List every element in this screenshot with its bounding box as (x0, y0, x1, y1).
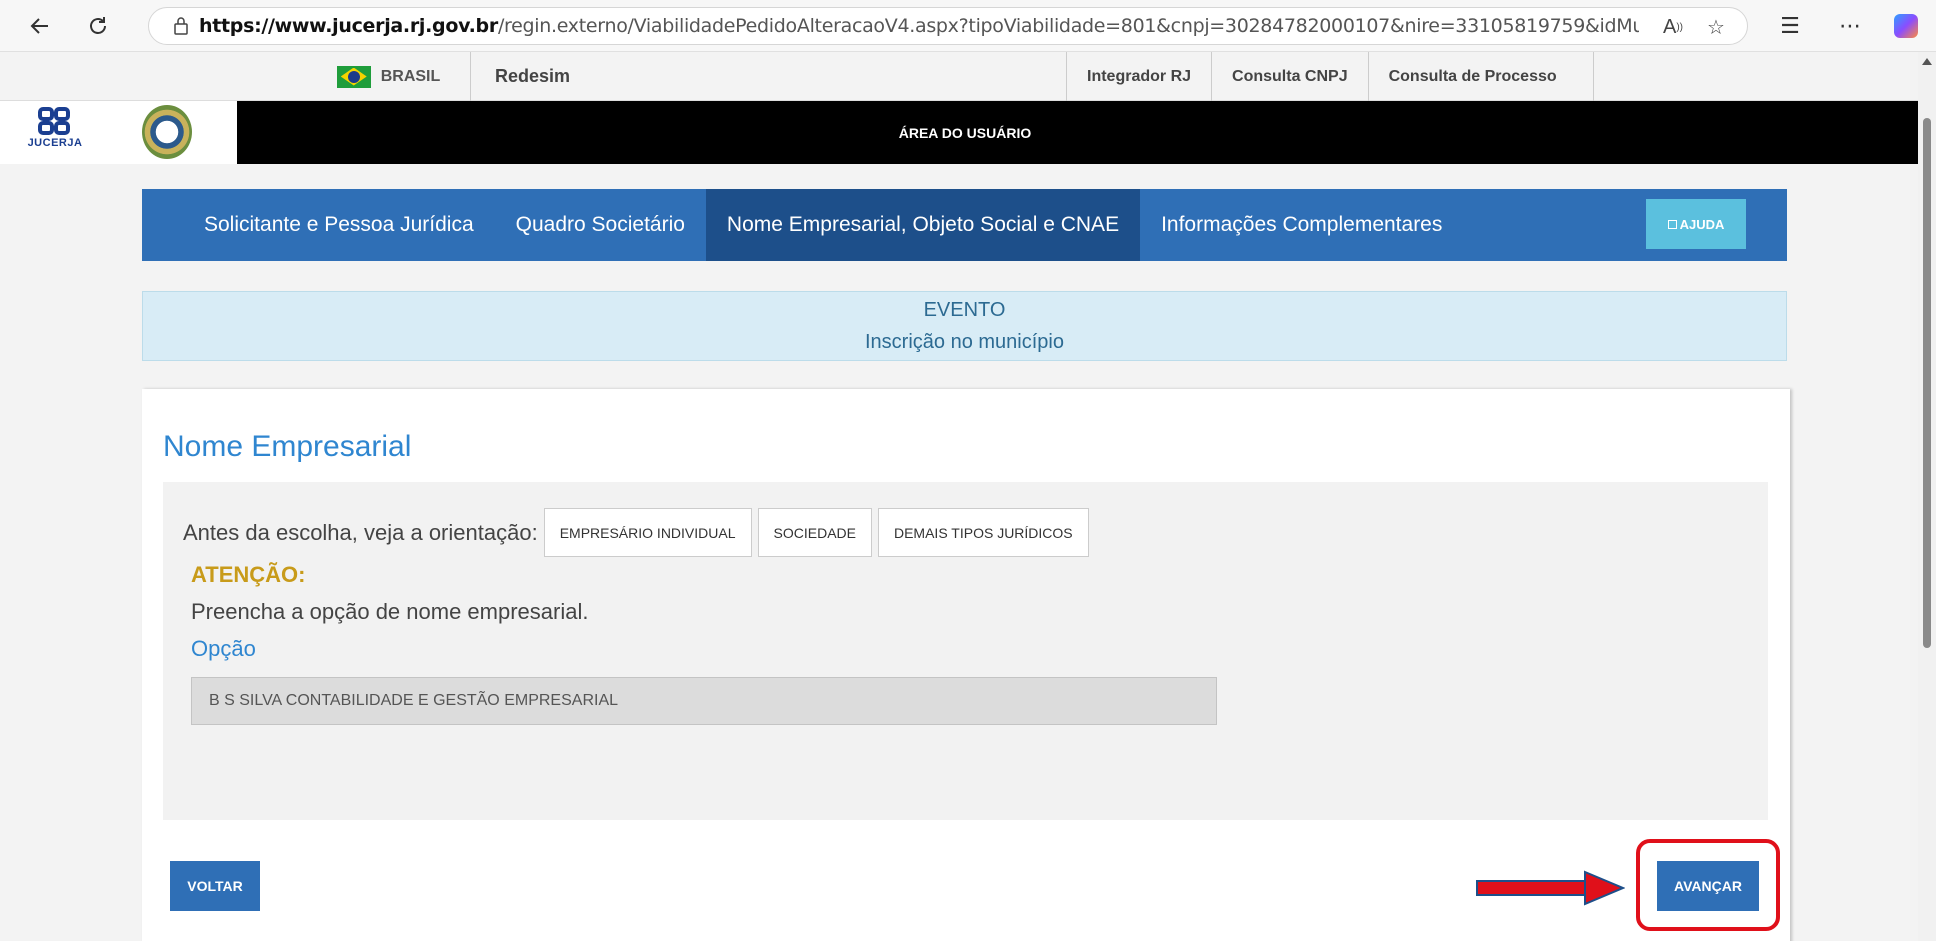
tab-quadro-societario[interactable]: Quadro Societário (495, 189, 706, 261)
empresario-individual-button[interactable]: EMPRESÁRIO INDIVIDUAL (543, 508, 752, 557)
voltar-button[interactable]: VOLTAR (170, 861, 260, 911)
evento-title: EVENTO (923, 299, 1006, 321)
name-option-panel: Antes da escolha, veja a orientação: EMP… (163, 482, 1768, 820)
orientation-label: Antes da escolha, veja a orientação: (183, 519, 538, 545)
arrow-annotation-icon (1476, 870, 1625, 906)
favorites-list-icon[interactable]: ☰ (1772, 8, 1808, 44)
help-button[interactable]: AJUDA (1646, 199, 1746, 249)
favorite-star-icon[interactable]: ☆ (1702, 15, 1730, 39)
area-title: ÁREA DO USUÁRIO (898, 124, 1032, 141)
read-aloud-icon[interactable]: A)) (1659, 15, 1687, 39)
option-input[interactable]: B S SILVA CONTABILIDADE E GESTÃO EMPRESA… (191, 677, 1217, 725)
evento-value: Inscrição no município (865, 331, 1064, 353)
page-viewport: BRASIL Redesim Integrador RJ Consulta CN… (0, 52, 1918, 941)
nome-empresarial-card: Nome Empresarial Antes da escolha, veja … (142, 389, 1790, 941)
page-scrollbar[interactable] (1918, 52, 1936, 941)
refresh-icon[interactable] (80, 8, 116, 44)
sociedade-button[interactable]: SOCIEDADE (757, 508, 872, 557)
tab-solicitante[interactable]: Solicitante e Pessoa Jurídica (183, 189, 495, 261)
page-info-icon[interactable] (163, 16, 199, 36)
tab-informacoes-complementares[interactable]: Informações Complementares (1140, 189, 1463, 261)
evento-panel: EVENTO Inscrição no município (142, 291, 1787, 361)
brasil-link[interactable]: BRASIL (307, 52, 471, 101)
copilot-icon[interactable] (1888, 8, 1924, 44)
integrador-rj-link[interactable]: Integrador RJ (1066, 52, 1211, 101)
option-label: Opção (191, 636, 256, 661)
highlight-annotation (1636, 839, 1780, 931)
attention-label: ATENÇÃO: (191, 562, 306, 587)
consulta-processo-link[interactable]: Consulta de Processo (1367, 52, 1594, 101)
section-title: Nome Empresarial (163, 430, 412, 463)
address-bar[interactable]: https://www.jucerja.rj.gov.br/regin.exte… (148, 7, 1748, 45)
help-box-icon (1667, 219, 1677, 229)
gov-top-bar: BRASIL Redesim Integrador RJ Consulta CN… (0, 52, 1918, 101)
scroll-thumb[interactable] (1923, 118, 1931, 648)
header-logos: JUCERJA (0, 101, 237, 164)
tab-nome-empresarial[interactable]: Nome Empresarial, Objeto Social e CNAE (705, 189, 1141, 261)
brazil-flag-icon (336, 65, 371, 88)
redesim-link[interactable]: Redesim (495, 52, 570, 101)
jucerja-mark-icon (36, 107, 74, 137)
state-seal-icon (142, 105, 192, 159)
consulta-cnpj-link[interactable]: Consulta CNPJ (1211, 52, 1368, 101)
jucerja-logo-text: JUCERJA (27, 137, 83, 149)
demais-tipos-button[interactable]: DEMAIS TIPOS JURÍDICOS (877, 508, 1089, 557)
orientation-row: Antes da escolha, veja a orientação: EMP… (183, 508, 1095, 557)
back-arrow-icon[interactable] (22, 8, 58, 44)
jucerja-logo[interactable]: JUCERJA (22, 107, 88, 157)
more-options-icon[interactable]: ⋯ (1832, 8, 1868, 44)
scroll-up-icon[interactable] (1922, 58, 1932, 65)
gov-links: Integrador RJ Consulta CNPJ Consulta de … (1066, 52, 1594, 101)
url-text: https://www.jucerja.rj.gov.br/regin.exte… (199, 15, 1639, 37)
instruction-text: Preencha a opção de nome empresarial. (191, 599, 589, 624)
browser-toolbar: https://www.jucerja.rj.gov.br/regin.exte… (0, 0, 1936, 52)
step-tabs: Solicitante e Pessoa Jurídica Quadro Soc… (142, 189, 1787, 261)
user-area-bar: ÁREA DO USUÁRIO (237, 101, 1918, 164)
